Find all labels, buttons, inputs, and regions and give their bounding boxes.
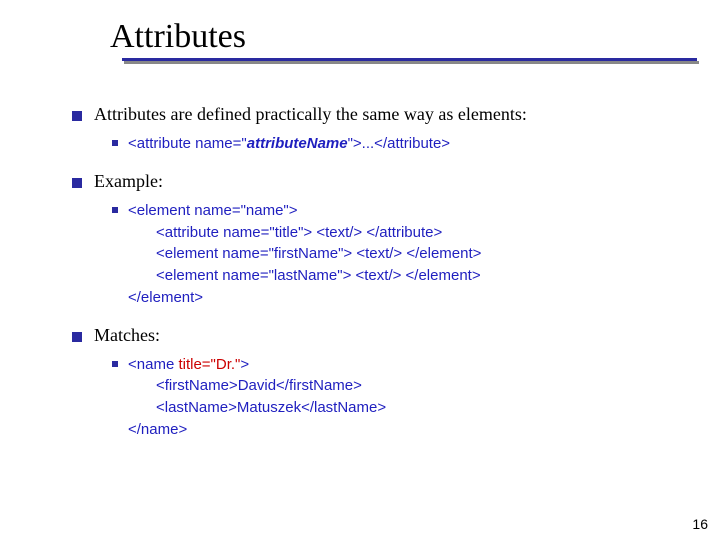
- square-bullet-icon: [72, 332, 82, 342]
- bullet-1: Attributes are defined practically the s…: [72, 104, 680, 125]
- code-open: <attribute name=": [128, 135, 247, 152]
- title-bar: Attributes: [0, 0, 720, 68]
- code-line: <element name="firstName"> <text/> </ele…: [128, 243, 680, 265]
- square-bullet-icon: [112, 140, 118, 146]
- code-line: <lastName>Matuszek</lastName>: [128, 397, 680, 419]
- code-line: </name>: [128, 419, 680, 441]
- bullet-3: Matches:: [72, 325, 680, 346]
- code-frag: >: [240, 356, 249, 373]
- bullet-2a-text: <element name="name"> <attribute name="t…: [128, 200, 680, 309]
- bullet-2-text: Example:: [94, 171, 680, 192]
- code-line: <firstName>David</firstName>: [128, 375, 680, 397]
- code-line: </element>: [128, 287, 680, 309]
- square-bullet-icon: [112, 207, 118, 213]
- code-frag: <name: [128, 356, 178, 373]
- bullet-1-text: Attributes are defined practically the s…: [94, 104, 680, 125]
- bullet-1a: <attribute name="attributeName">...</att…: [112, 133, 680, 155]
- bullet-1a-text: <attribute name="attributeName">...</att…: [128, 133, 680, 155]
- square-bullet-icon: [72, 111, 82, 121]
- bullet-2a: <element name="name"> <attribute name="t…: [112, 200, 680, 309]
- page-number: 16: [692, 516, 708, 532]
- slide-content: Attributes are defined practically the s…: [0, 68, 720, 441]
- code-line: <name title="Dr.">: [128, 354, 680, 376]
- bullet-3a: <name title="Dr."> <firstName>David</fir…: [112, 354, 680, 441]
- code-line: <attribute name="title"> <text/> </attri…: [128, 222, 680, 244]
- bullet-2: Example:: [72, 171, 680, 192]
- code-attr: title="Dr.": [178, 356, 240, 373]
- square-bullet-icon: [72, 178, 82, 188]
- code-line: <element name="lastName"> <text/> </elem…: [128, 265, 680, 287]
- code-name: attributeName: [247, 135, 348, 152]
- slide-title: Attributes: [110, 18, 720, 56]
- square-bullet-icon: [112, 361, 118, 367]
- title-underline: [110, 58, 720, 64]
- bullet-3a-text: <name title="Dr."> <firstName>David</fir…: [128, 354, 680, 441]
- code-line: <element name="name">: [128, 200, 680, 222]
- code-close: ">...</attribute>: [348, 135, 450, 152]
- bullet-3-text: Matches:: [94, 325, 680, 346]
